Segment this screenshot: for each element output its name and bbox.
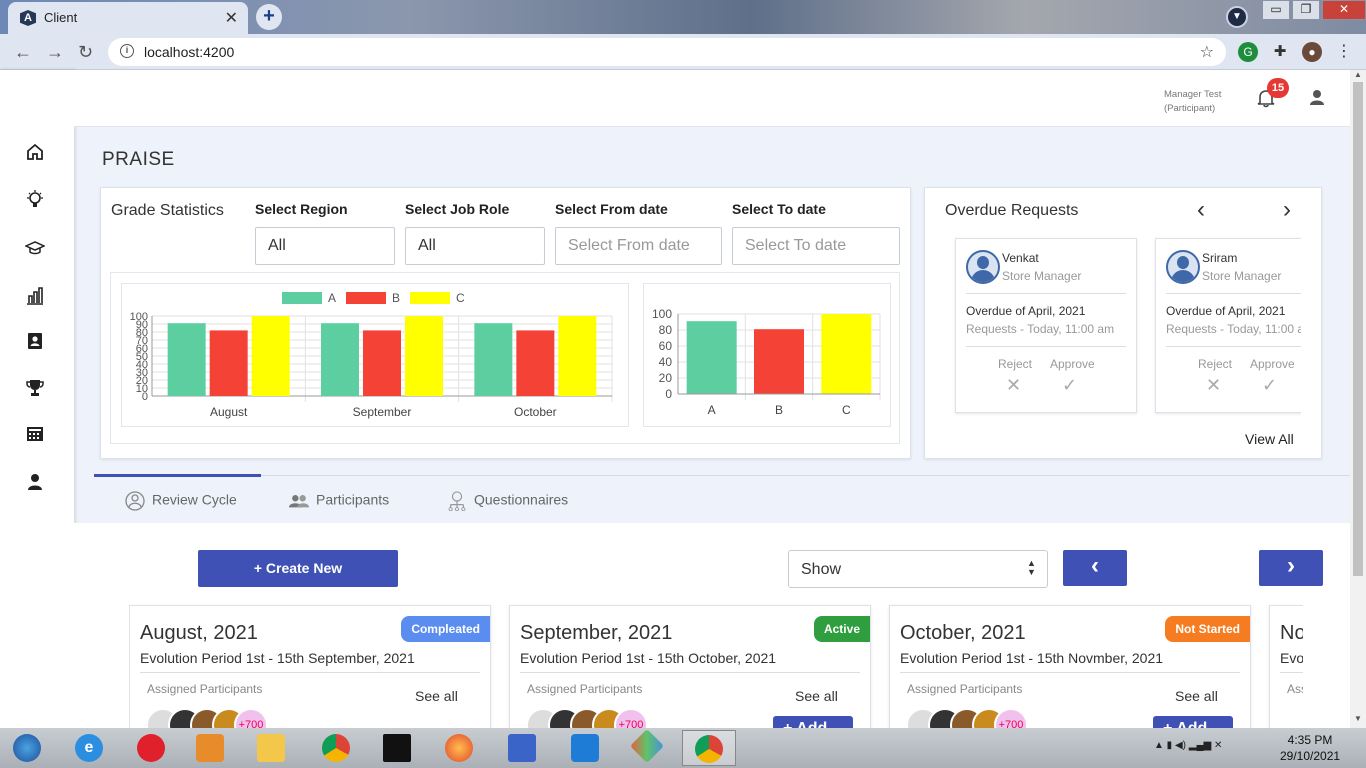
minimize-button[interactable]: ▭	[1262, 0, 1290, 20]
url-field[interactable]: i localhost:4200 ☆	[108, 38, 1226, 66]
evolution-period: Evol	[1280, 650, 1303, 666]
status-badge: Not Started	[1165, 616, 1250, 642]
scrollbar-thumb[interactable]	[1353, 82, 1363, 576]
window-controls: ▭ ❐ ✕	[1260, 0, 1366, 20]
assigned-participants-label: Ass	[1287, 682, 1303, 696]
angular-logo-icon: A	[20, 10, 36, 26]
assigned-participants-label: Assigned Participants	[147, 682, 263, 696]
tray-icons[interactable]: ▲ ▮ ◀) ▂▄▆ ✕	[1154, 740, 1222, 751]
period-card[interactable]: October, 2021 Not Started Evolution Peri…	[889, 605, 1251, 728]
file-explorer-icon[interactable]	[244, 730, 298, 766]
clock-time: 4:35 PM	[1287, 733, 1333, 747]
bulb-icon[interactable]	[24, 190, 46, 212]
graduation-cap-icon[interactable]	[24, 238, 46, 260]
participant-avatars: +700	[526, 708, 656, 728]
internet-explorer-icon[interactable]: e	[62, 730, 116, 766]
clock[interactable]: 4:35 PM 29/10/2021	[1280, 732, 1340, 764]
chrome-active-icon[interactable]	[682, 730, 736, 766]
bar-chart-icon[interactable]	[24, 286, 46, 308]
profile-avatar-icon[interactable]: ●	[1302, 42, 1322, 62]
period-card[interactable]: September, 2021 Active Evolution Period …	[509, 605, 871, 728]
scroll-up-icon[interactable]: ▲	[1354, 70, 1362, 79]
url-text: localhost:4200	[144, 44, 235, 60]
more-participants-count: +700	[994, 708, 1028, 728]
browser-tab[interactable]: A Client ✕	[8, 2, 248, 34]
network-tool-icon[interactable]	[495, 730, 549, 766]
tab-search-icon[interactable]: ▼	[1226, 6, 1248, 28]
sidebar	[0, 70, 74, 728]
scroll-down-icon[interactable]: ▼	[1354, 714, 1362, 723]
see-all-link[interactable]: See all	[415, 688, 458, 704]
more-participants-count: +700	[234, 708, 268, 728]
page-scrollbar[interactable]: ▲ ▼	[1350, 70, 1366, 728]
chrome-icon[interactable]	[309, 730, 363, 766]
reload-icon[interactable]: ↻	[78, 42, 93, 63]
period-month: October, 2021	[900, 622, 1026, 644]
new-tab-button[interactable]: +	[256, 4, 282, 30]
site-info-icon[interactable]: i	[120, 44, 134, 58]
calculator-icon[interactable]	[24, 425, 46, 447]
home-icon[interactable]	[24, 142, 46, 164]
app-root: Manager Test (Participant) 15 PRAISE Gra…	[0, 70, 1366, 728]
assigned-participants-label: Assigned Participants	[527, 682, 643, 696]
period-month: August, 2021	[140, 622, 258, 644]
add-participant-button[interactable]: + Add	[773, 716, 853, 728]
user-profile-icon[interactable]	[1308, 88, 1326, 108]
tab-close-button[interactable]: ✕	[225, 8, 238, 28]
clock-date: 29/10/2021	[1280, 749, 1341, 763]
evolution-period: Evolution Period 1st - 15th Novmber, 202…	[900, 650, 1164, 666]
contact-card-icon[interactable]	[24, 332, 46, 354]
browser-tab-bar: A Client ✕ + ▼ ▭ ❐ ✕	[0, 0, 1366, 34]
firefox-icon[interactable]	[432, 730, 486, 766]
assigned-participants-label: Assigned Participants	[907, 682, 1023, 696]
back-icon[interactable]: ←	[14, 42, 32, 63]
period-month: No	[1280, 622, 1303, 644]
see-all-link[interactable]: See all	[795, 688, 838, 704]
participant-avatars: +700	[146, 708, 276, 728]
tab-title: Client	[44, 10, 78, 25]
grammarly-extension-icon[interactable]: G	[1238, 42, 1258, 62]
extensions-puzzle-icon[interactable]: ✚	[1270, 42, 1290, 62]
media-player-icon[interactable]	[183, 730, 237, 766]
status-badge: Active	[813, 616, 870, 642]
address-bar: ← → ↻ i localhost:4200 ☆ G ✚ ● ⋮	[0, 34, 1366, 70]
vscode-icon[interactable]	[558, 730, 612, 766]
evolution-period: Evolution Period 1st - 15th October, 202…	[520, 650, 777, 666]
bookmark-star-icon[interactable]: ☆	[1200, 42, 1214, 62]
period-card[interactable]: August, 2021 Compleated Evolution Period…	[129, 605, 491, 728]
more-participants-count: +700	[614, 708, 648, 728]
terminal-icon[interactable]	[370, 730, 424, 766]
period-month: September, 2021	[520, 622, 673, 644]
windows-taskbar: e ▲ ▮ ◀) ▂▄▆ ✕ 4:35 PM 29/10/2021	[0, 728, 1366, 768]
participant-avatars: +700	[906, 708, 1036, 728]
period-card[interactable]: No Evol Ass	[1269, 605, 1303, 728]
close-window-button[interactable]: ✕	[1322, 0, 1366, 20]
forward-icon[interactable]: →	[46, 42, 64, 63]
opera-icon[interactable]	[124, 730, 178, 766]
status-badge: Compleated	[401, 616, 490, 642]
person-icon[interactable]	[24, 473, 46, 495]
maximize-button[interactable]: ❐	[1292, 0, 1320, 20]
git-kraken-icon[interactable]	[620, 729, 674, 766]
add-participant-button[interactable]: + Add	[1153, 716, 1233, 728]
see-all-link[interactable]: See all	[1175, 688, 1218, 704]
evolution-period: Evolution Period 1st - 15th September, 2…	[140, 650, 415, 666]
start-button[interactable]	[0, 730, 54, 766]
menu-kebab-icon[interactable]: ⋮	[1334, 42, 1354, 62]
period-cards-viewport: August, 2021 Compleated Evolution Period…	[129, 70, 1303, 728]
trophy-icon[interactable]	[24, 378, 46, 400]
